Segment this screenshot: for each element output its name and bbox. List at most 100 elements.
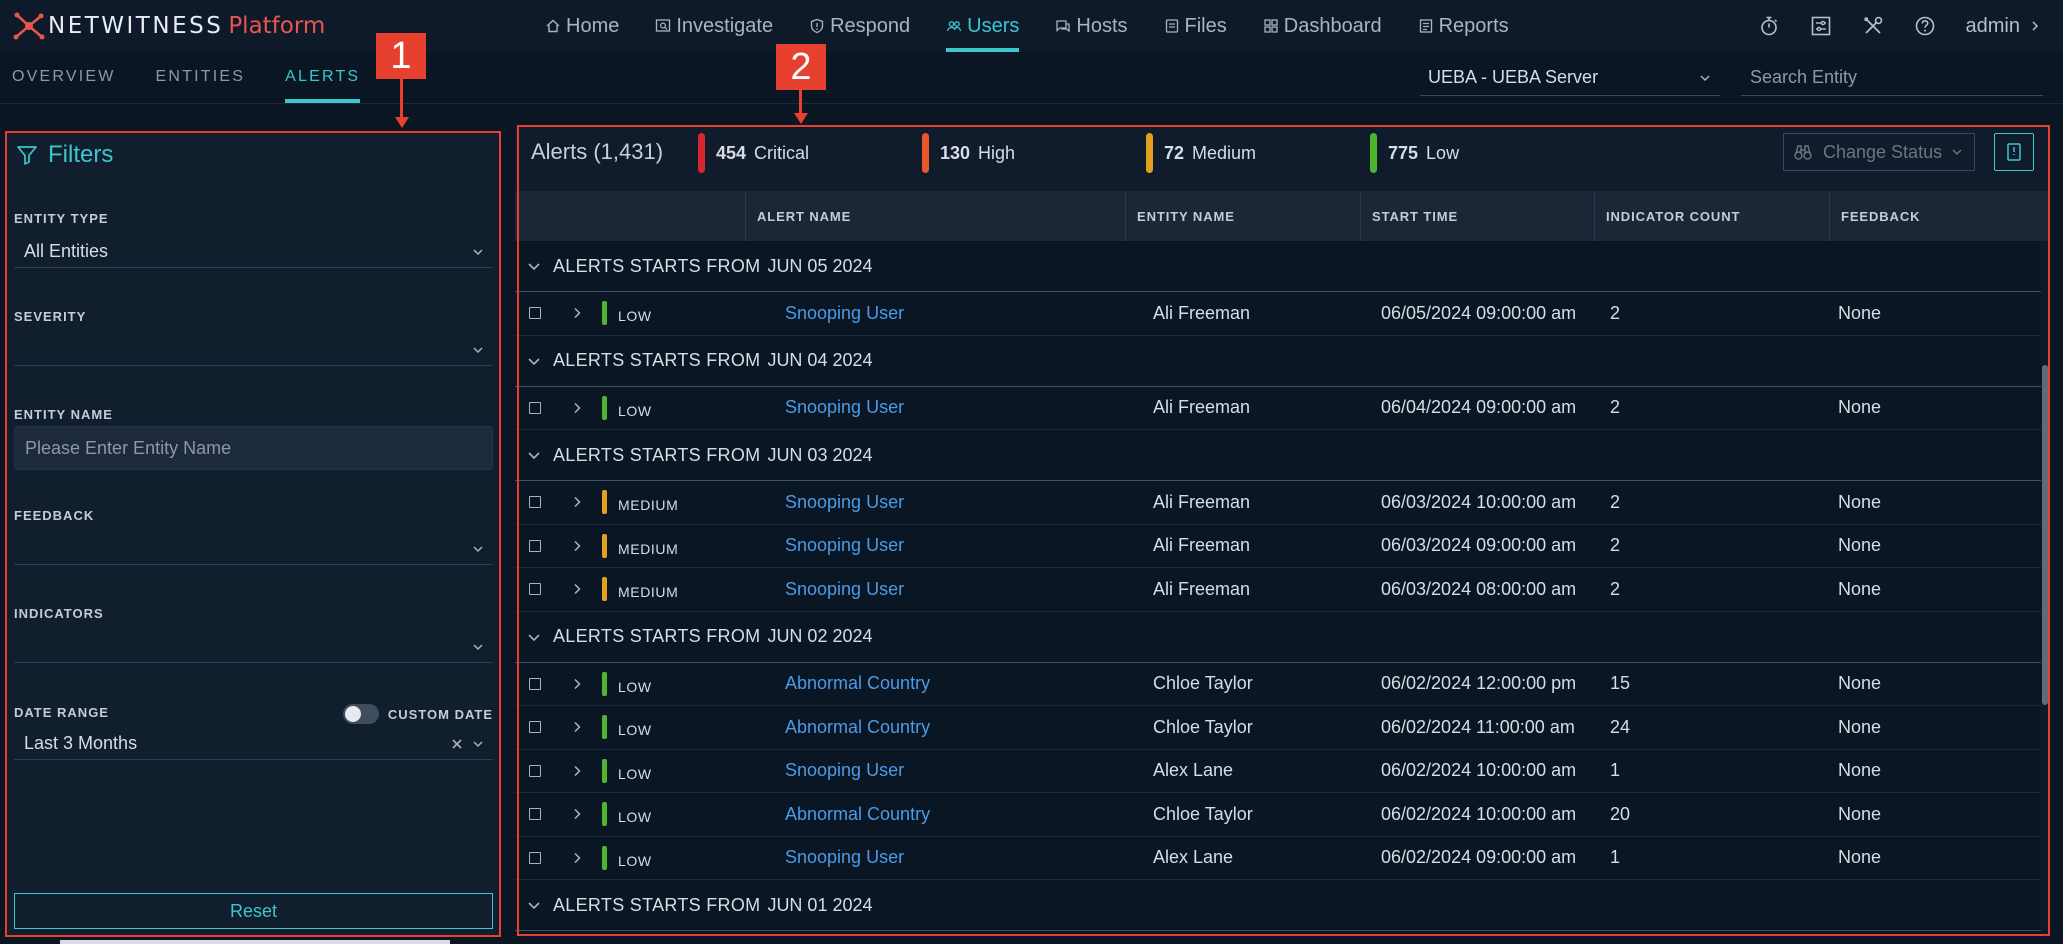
row-checkbox[interactable] bbox=[529, 721, 541, 734]
table-row[interactable]: LOW Snooping User Ali Freeman 06/05/2024 09… bbox=[515, 292, 2050, 336]
severity-label: LOW bbox=[618, 722, 652, 738]
change-status-button[interactable]: Change Status bbox=[1783, 133, 1975, 171]
chevron-right-icon[interactable] bbox=[570, 764, 584, 778]
severity-summary-low[interactable]: 775 Low bbox=[1370, 133, 1459, 173]
medium-label: Medium bbox=[1192, 142, 1257, 163]
table-row[interactable]: MEDIUM Snooping User Ali Freeman 06/03/2024… bbox=[515, 568, 2050, 612]
alert-name-link[interactable]: Snooping User bbox=[785, 847, 904, 868]
row-checkbox[interactable] bbox=[529, 808, 541, 821]
search-entity-input[interactable] bbox=[1741, 60, 2043, 96]
chevron-right-icon[interactable] bbox=[570, 582, 584, 596]
nav-reports[interactable]: Reports bbox=[1418, 0, 1509, 52]
group-row[interactable]: ALERTS STARTS FROM JUN 02 2024 bbox=[515, 612, 2050, 663]
help-icon[interactable] bbox=[1914, 15, 1936, 37]
column-header-start-time[interactable]: START TIME bbox=[1361, 191, 1595, 241]
tab-alerts[interactable]: ALERTS bbox=[285, 52, 361, 103]
severity-label: LOW bbox=[618, 678, 652, 695]
chevron-right-icon[interactable] bbox=[570, 306, 584, 320]
indicator-count-cell: 24 bbox=[1610, 716, 1631, 737]
table-row[interactable]: LOW Abnormal Country Chloe Taylor 06/02/202… bbox=[515, 793, 2050, 837]
row-checkbox[interactable] bbox=[529, 677, 541, 690]
chevron-right-icon[interactable] bbox=[570, 851, 584, 865]
server-select[interactable]: UEBA - UEBA Server bbox=[1420, 60, 1720, 96]
user-menu[interactable]: admin bbox=[1966, 15, 2041, 38]
entity-name-cell: Chloe Taylor bbox=[1153, 673, 1253, 694]
tools-icon[interactable] bbox=[1862, 15, 1884, 37]
chevron-right-icon[interactable] bbox=[570, 495, 584, 509]
indicators-select[interactable] bbox=[14, 631, 493, 663]
brand[interactable]: NETWITNESS Platform bbox=[12, 11, 325, 41]
alert-name-link[interactable]: Snooping User bbox=[785, 492, 904, 513]
group-row[interactable]: ALERTS STARTS FROM JUN 04 2024 bbox=[515, 336, 2050, 387]
alert-name-link[interactable]: Snooping User bbox=[785, 535, 904, 556]
row-checkbox[interactable] bbox=[529, 307, 541, 320]
alert-name-link[interactable]: Abnormal Country bbox=[785, 717, 930, 738]
table-row[interactable]: MEDIUM Snooping User Ali Freeman 06/03/2024… bbox=[515, 481, 2050, 525]
table-row[interactable]: LOW Snooping User Ali Freeman 06/04/2024 09… bbox=[515, 387, 2050, 430]
entity-name-input[interactable] bbox=[14, 426, 493, 470]
alert-name-link[interactable]: Snooping User bbox=[785, 303, 904, 324]
group-row[interactable]: ALERTS STARTS FROM JUN 03 2024 bbox=[515, 430, 2050, 481]
table-row[interactable]: LOW Snooping User Alex Lane 06/02/2024 09:0… bbox=[515, 837, 2050, 880]
row-checkbox[interactable] bbox=[529, 496, 541, 509]
column-header-entity-name[interactable]: ENTITY NAME bbox=[1126, 191, 1361, 241]
column-header-feedback[interactable]: FEEDBACK bbox=[1830, 191, 2050, 241]
table-row[interactable]: MEDIUM Snooping User Ali Freeman 06/03/2024… bbox=[515, 525, 2050, 568]
column-header-alert-name[interactable]: ALERT NAME bbox=[746, 191, 1126, 241]
scrollbar-thumb[interactable] bbox=[2042, 365, 2048, 705]
chevron-right-icon[interactable] bbox=[570, 807, 584, 821]
entity-type-label: ENTITY TYPE bbox=[14, 211, 109, 226]
table-row[interactable]: LOW Snooping User Alex Lane 06/02/2024 10:0… bbox=[515, 750, 2050, 793]
entity-name-cell: Ali Freeman bbox=[1153, 397, 1251, 418]
nav-dashboard[interactable]: Dashboard bbox=[1263, 0, 1382, 52]
table-row[interactable]: LOW Abnormal Country Chloe Taylor 06/02/202… bbox=[515, 663, 2050, 706]
export-button[interactable] bbox=[1994, 133, 2034, 171]
severity-summary-critical[interactable]: 454 Critical bbox=[698, 133, 809, 173]
row-checkbox[interactable] bbox=[529, 539, 541, 552]
date-range-select[interactable]: Last 3 Months bbox=[14, 728, 493, 760]
chevron-right-icon[interactable] bbox=[570, 720, 584, 734]
chevron-right-icon[interactable] bbox=[570, 539, 584, 553]
stopwatch-icon[interactable] bbox=[1758, 15, 1780, 37]
row-checkbox[interactable] bbox=[529, 764, 541, 777]
chevron-right-icon[interactable] bbox=[570, 677, 584, 691]
brand-name: NETWITNESS bbox=[48, 13, 224, 39]
column-header-indicator-count[interactable]: INDICATOR COUNT bbox=[1595, 191, 1830, 241]
nav-hosts[interactable]: Hosts bbox=[1055, 0, 1128, 52]
sliders-icon[interactable] bbox=[1810, 15, 1832, 37]
severity-select[interactable] bbox=[14, 334, 493, 366]
entity-type-select[interactable]: All Entities bbox=[14, 236, 493, 268]
feedback-cell: None bbox=[1838, 673, 1882, 694]
start-time-cell: 06/03/2024 08:00:00 am bbox=[1381, 578, 1577, 599]
alert-name-link[interactable]: Snooping User bbox=[785, 760, 904, 781]
nav-home[interactable]: Home bbox=[545, 0, 619, 52]
custom-date-toggle[interactable] bbox=[342, 704, 379, 724]
nav-files[interactable]: Files bbox=[1164, 0, 1227, 52]
row-checkbox[interactable] bbox=[529, 401, 541, 414]
severity-indicator bbox=[602, 671, 607, 696]
alert-name-link[interactable]: Abnormal Country bbox=[785, 673, 930, 694]
nav-investigate[interactable]: Investigate bbox=[655, 0, 773, 52]
feedback-select[interactable] bbox=[14, 533, 493, 565]
alert-name-link[interactable]: Snooping User bbox=[785, 397, 904, 418]
alert-name-link[interactable]: Snooping User bbox=[785, 579, 904, 600]
severity-summary-high[interactable]: 130 High bbox=[922, 133, 1015, 173]
group-row[interactable]: ALERTS STARTS FROM JUN 01 2024 bbox=[515, 880, 2050, 931]
scrollbar[interactable] bbox=[2041, 241, 2049, 931]
group-row[interactable]: ALERTS STARTS FROM JUN 05 2024 bbox=[515, 241, 2050, 292]
feedback-label: FEEDBACK bbox=[14, 508, 95, 523]
hosts-icon bbox=[1056, 20, 1071, 33]
nav-users[interactable]: Users bbox=[946, 0, 1020, 52]
export-icon bbox=[2007, 143, 2021, 161]
tab-entities[interactable]: ENTITIES bbox=[156, 52, 246, 102]
table-row[interactable]: LOW Abnormal Country Chloe Taylor 06/02/202… bbox=[515, 706, 2050, 750]
severity-label: MEDIUM bbox=[618, 497, 679, 513]
reset-button[interactable]: Reset bbox=[14, 893, 493, 929]
row-checkbox[interactable] bbox=[529, 851, 541, 864]
tab-overview[interactable]: OVERVIEW bbox=[12, 52, 116, 102]
clear-icon[interactable] bbox=[451, 738, 463, 750]
alert-name-link[interactable]: Abnormal Country bbox=[785, 804, 930, 825]
severity-summary-medium[interactable]: 72 Medium bbox=[1146, 133, 1256, 173]
chevron-right-icon[interactable] bbox=[570, 401, 584, 415]
row-checkbox[interactable] bbox=[529, 583, 541, 596]
